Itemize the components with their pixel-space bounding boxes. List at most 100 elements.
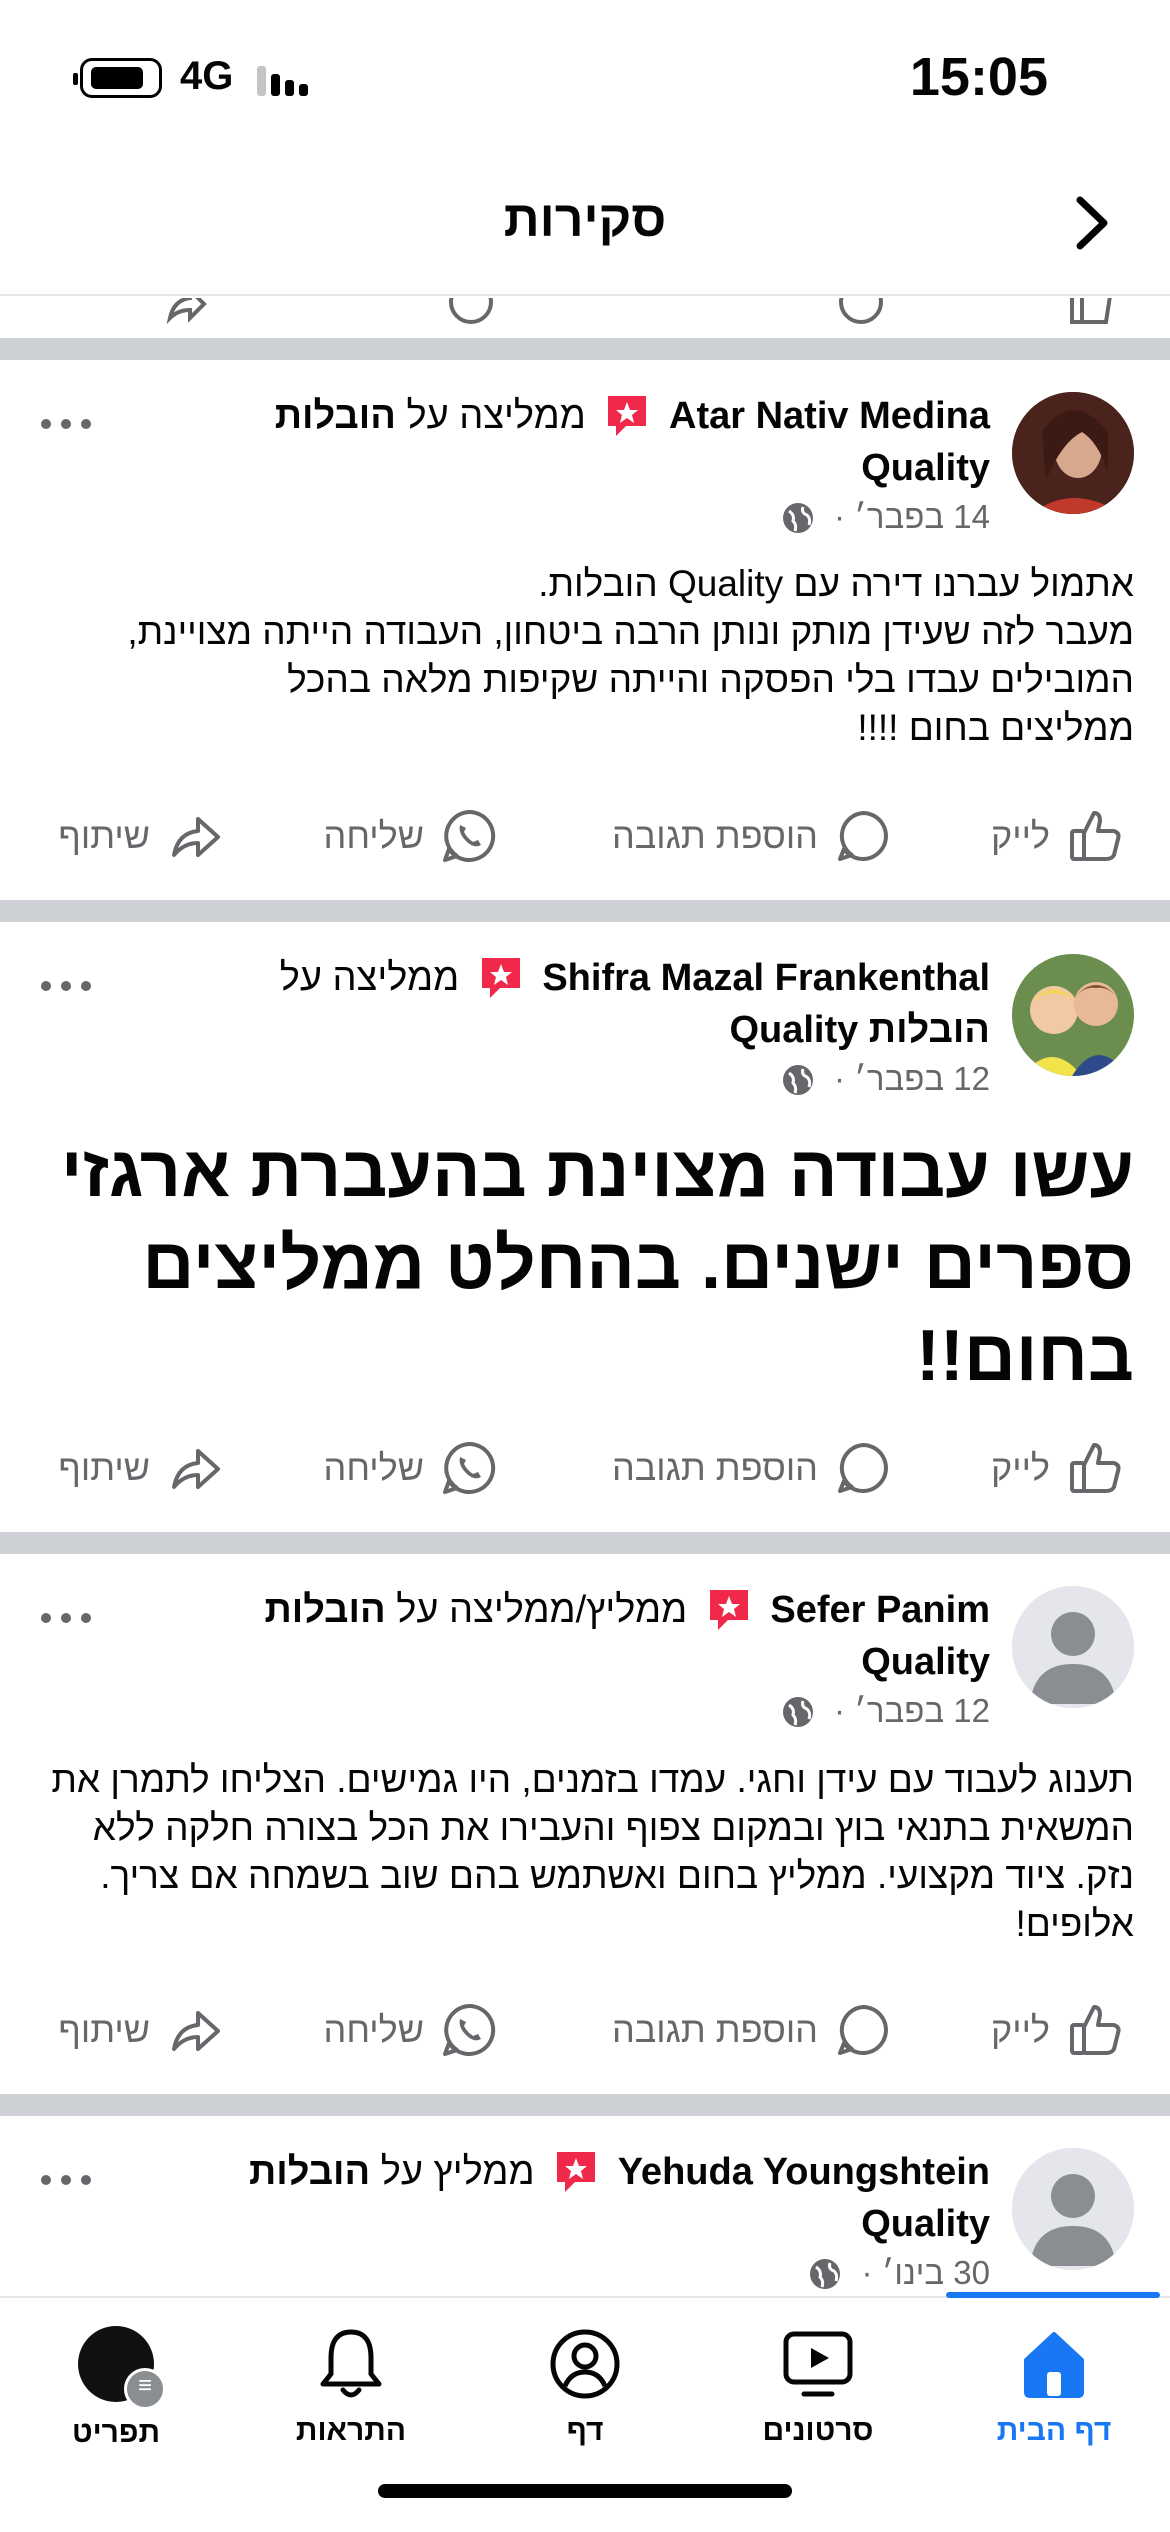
recommend-verb: ממליצה על xyxy=(406,395,586,437)
tab-label: התראות xyxy=(295,2414,407,2447)
send-label: שליחה xyxy=(323,2009,425,2050)
tab-label: דף הבית xyxy=(996,2414,1112,2447)
send-button[interactable]: שליחה xyxy=(324,806,499,866)
battery-icon xyxy=(73,58,162,98)
post-text: אתמול עברנו דירה עם Quality הובלות. מעבר… xyxy=(127,563,1134,748)
avatar[interactable] xyxy=(1012,392,1134,514)
default-user-icon xyxy=(1012,2148,1134,2270)
send-button[interactable]: שליחה xyxy=(324,2000,499,2060)
recommend-icon xyxy=(557,2152,596,2192)
author-name[interactable]: Shifra Mazal Frankenthal xyxy=(542,957,990,999)
previous-post-actions xyxy=(0,298,1170,338)
share-icon xyxy=(172,817,220,857)
tab-home[interactable]: דף הבית xyxy=(954,2324,1154,2448)
home-icon xyxy=(1024,2332,1084,2398)
share-icon xyxy=(172,1449,220,1489)
whatsapp-icon[interactable] xyxy=(445,298,497,328)
review-post: Yehuda Youngshtein ממליץ על הובלות Quali… xyxy=(0,2116,1170,2296)
send-label: שליחה xyxy=(323,1447,425,1488)
post-actions: לייק הוספת תגובה שליחה שיתוף xyxy=(0,1984,1170,2074)
author-name[interactable]: Yehuda Youngshtein xyxy=(618,2151,990,2193)
share-button[interactable]: שיתוף xyxy=(58,1438,224,1498)
network-type: 4G xyxy=(180,54,234,98)
share-icon xyxy=(172,2011,220,2051)
date-text: 12 בפבר׳ · xyxy=(834,1060,990,1097)
like-label: לייק xyxy=(990,815,1050,856)
post-date: 12 בפבר׳ · xyxy=(781,1692,990,1730)
home-indicator xyxy=(378,2484,792,2498)
more-options-icon[interactable] xyxy=(38,414,94,434)
date-text: 14 בפבר׳ · xyxy=(834,498,990,535)
recommend-icon xyxy=(709,1590,748,1630)
globe-icon xyxy=(782,503,813,533)
back-arrow-icon[interactable] xyxy=(1068,194,1114,252)
like-button[interactable]: לייק xyxy=(991,806,1124,866)
post-actions: לייק הוספת תגובה שליחה שיתוף xyxy=(0,1422,1170,1512)
like-icon[interactable] xyxy=(1066,298,1118,328)
more-options-icon[interactable] xyxy=(38,1608,94,1628)
send-button[interactable]: שליחה xyxy=(324,1438,499,1498)
tab-label: סרטונים xyxy=(762,2414,874,2447)
avatar[interactable] xyxy=(1012,954,1134,1076)
comment-button[interactable]: הוספת תגובה xyxy=(612,806,892,866)
post-header: Atar Nativ Medina ממליצה על הובלות Quali… xyxy=(170,390,990,494)
tab-notifications[interactable]: התראות xyxy=(251,2324,451,2448)
author-name[interactable]: Sefer Panim xyxy=(770,1589,990,1631)
like-button[interactable]: לייק xyxy=(991,2000,1124,2060)
status-time: 15:05 xyxy=(909,47,1048,107)
recommend-icon xyxy=(608,396,647,436)
author-name[interactable]: Atar Nativ Medina xyxy=(669,395,990,437)
page-link[interactable]: הובלות Quality xyxy=(729,1009,990,1051)
post-header: Shifra Mazal Frankenthal ממליצה על הובלו… xyxy=(170,952,990,1056)
comment-icon[interactable] xyxy=(835,298,887,328)
tab-label: דף xyxy=(566,2414,604,2447)
share-label: שיתוף xyxy=(58,2009,150,2050)
comment-button[interactable]: הוספת תגובה xyxy=(612,2000,892,2060)
post-header: Yehuda Youngshtein ממליץ על הובלות Quali… xyxy=(170,2146,990,2250)
page-icon xyxy=(550,2329,620,2399)
comment-icon xyxy=(838,811,888,861)
whatsapp-icon xyxy=(443,809,496,862)
comment-label: הוספת תגובה xyxy=(611,815,818,856)
like-icon xyxy=(1070,811,1121,861)
avatar[interactable] xyxy=(1012,1586,1134,1708)
more-options-icon[interactable] xyxy=(38,976,94,996)
menu-profile-icon xyxy=(78,2326,166,2410)
comment-label: הוספת תגובה xyxy=(611,2009,818,2050)
review-post: Shifra Mazal Frankenthal ממליצה על הובלו… xyxy=(0,922,1170,1532)
like-icon xyxy=(1070,1443,1121,1493)
video-icon xyxy=(783,2331,853,2397)
recommend-verb: ממליץ על xyxy=(380,2151,535,2193)
date-text: 12 בפבר׳ · xyxy=(834,1692,990,1729)
share-button[interactable]: שיתוף xyxy=(58,806,224,866)
active-tab-indicator xyxy=(946,2292,1160,2298)
tab-page[interactable]: דף xyxy=(485,2324,685,2448)
share-button[interactable]: שיתוף xyxy=(58,2000,224,2060)
post-separator xyxy=(0,900,1170,922)
post-separator xyxy=(0,2094,1170,2116)
comment-label: הוספת תגובה xyxy=(611,1447,818,1488)
more-options-icon[interactable] xyxy=(38,2170,94,2190)
bell-icon xyxy=(320,2329,382,2398)
share-icon[interactable] xyxy=(160,298,210,328)
tab-menu[interactable]: תפריט xyxy=(16,2324,216,2450)
share-label: שיתוף xyxy=(58,1447,150,1488)
like-button[interactable]: לייק xyxy=(991,1438,1124,1498)
whatsapp-icon xyxy=(443,1441,496,1494)
comment-button[interactable]: הוספת תגובה xyxy=(612,1438,892,1498)
avatar[interactable] xyxy=(1012,2148,1134,2270)
tab-videos[interactable]: סרטונים xyxy=(718,2324,918,2448)
recommend-verb: ממליצה על xyxy=(279,957,460,999)
globe-icon xyxy=(782,1065,813,1095)
share-label: שיתוף xyxy=(58,815,150,856)
signal-icon xyxy=(257,62,317,96)
review-post: Atar Nativ Medina ממליצה על הובלות Quali… xyxy=(0,360,1170,900)
status-bar: 4G 15:05 xyxy=(0,0,1170,150)
post-header: Sefer Panim ממליץ/ממליצה על הובלות Quali… xyxy=(170,1584,990,1688)
post-date: 12 בפבר׳ · xyxy=(781,1060,990,1098)
post-separator xyxy=(0,1532,1170,1554)
post-actions: לייק הוספת תגובה שליחה שיתוף xyxy=(0,790,1170,880)
comment-icon xyxy=(838,1443,888,1493)
top-header: סקירות xyxy=(0,150,1170,296)
tab-label: תפריט xyxy=(71,2416,161,2449)
